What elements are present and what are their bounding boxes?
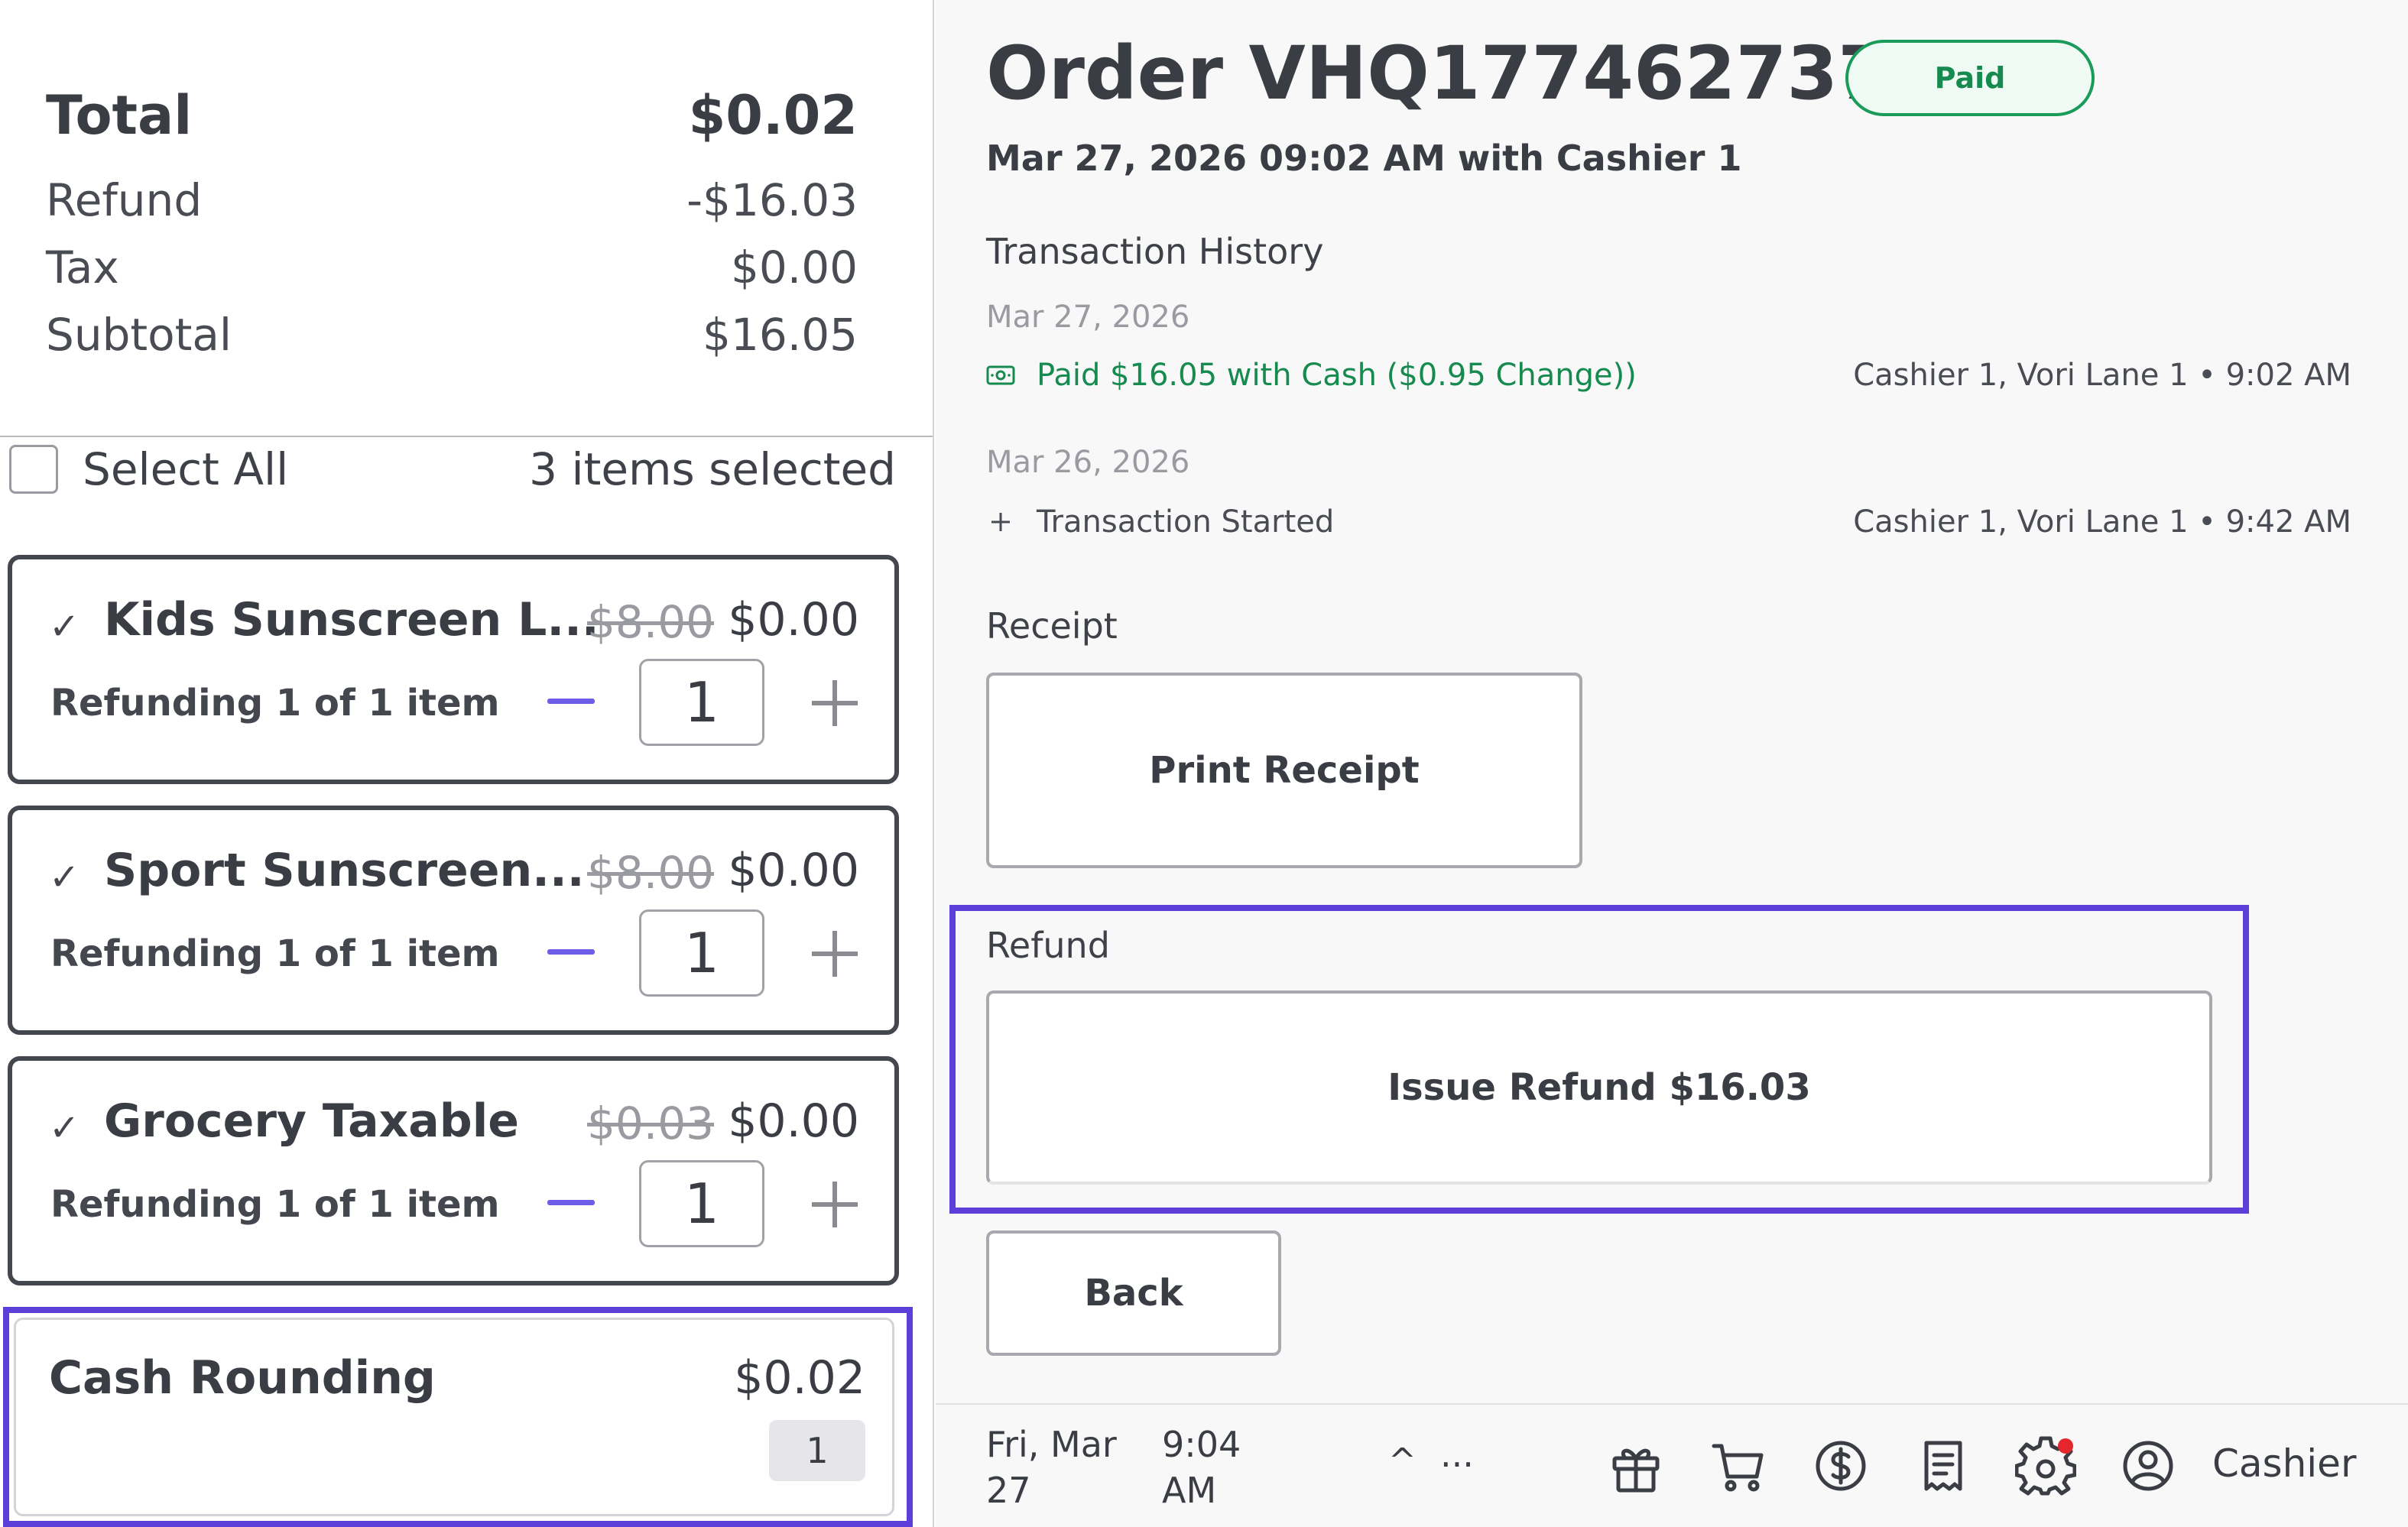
subtotal-value: $16.05 — [703, 309, 858, 361]
item-name: Sport Sunscreen... — [104, 844, 585, 897]
print-receipt-button[interactable]: Print Receipt — [986, 673, 1582, 868]
transaction-history-heading: Transaction History — [986, 231, 1324, 272]
minus-icon[interactable] — [547, 699, 595, 704]
gift-icon[interactable] — [1605, 1435, 1666, 1496]
summary-tax-row: Tax $0.00 — [46, 242, 858, 293]
transaction-meta: Cashier 1, Vori Lane 1 • 9:42 AM — [1853, 504, 2351, 540]
refund-item-card[interactable]: ✓ Sport Sunscreen... $8.00 $0.00 Refundi… — [8, 806, 899, 1035]
refund-items-panel: Total $0.02 Refund -$16.03 Tax $0.00 Sub… — [0, 0, 934, 1527]
bottom-bar: Fri, Mar 27 9:04 AM ^ ... Cashier — [936, 1403, 2408, 1527]
quantity-field[interactable]: 1 — [639, 909, 764, 997]
select-all-checkbox[interactable] — [9, 445, 58, 494]
order-title: Order VHQ1774627374 — [986, 31, 1940, 116]
subtotal-label: Subtotal — [46, 309, 232, 361]
transaction-date: Mar 26, 2026 — [986, 445, 1190, 480]
summary-subtotal-row: Subtotal $16.05 — [46, 309, 858, 361]
bottom-bar-time: 9:04 AM — [1162, 1424, 1241, 1511]
receipt-heading: Receipt — [986, 605, 1118, 647]
tax-label: Tax — [46, 242, 119, 293]
item-price: $0.00 — [728, 844, 859, 897]
check-icon: ✓ — [49, 1107, 80, 1149]
settings-icon[interactable] — [2014, 1435, 2077, 1496]
chevron-up-icon[interactable]: ^ — [1388, 1441, 1417, 1480]
refund-heading: Refund — [986, 925, 1110, 966]
refund-item-card[interactable]: ✓ Kids Sunscreen L... $8.00 $0.00 Refund… — [8, 555, 899, 784]
item-name: Kids Sunscreen L... — [104, 593, 599, 647]
back-button[interactable]: Back — [986, 1230, 1281, 1356]
item-refunding-text: Refunding 1 of 1 item — [50, 1183, 500, 1226]
minus-icon[interactable] — [547, 1200, 595, 1205]
dollar-icon[interactable] — [1810, 1435, 1871, 1496]
receipt-icon[interactable] — [1913, 1435, 1974, 1496]
check-icon: ✓ — [49, 856, 80, 899]
transaction-entry: Transaction Started Cashier 1, Vori Lane… — [986, 504, 2351, 540]
bottom-bar-date: Fri, Mar 27 — [986, 1424, 1117, 1511]
select-all-control[interactable]: Select All — [9, 443, 288, 495]
current-user-label[interactable]: Cashier — [2212, 1441, 2357, 1486]
select-all-row: Select All 3 items selected — [9, 442, 896, 497]
minus-icon[interactable] — [547, 949, 595, 955]
summary-total-row: Total $0.02 — [46, 84, 858, 147]
item-refunding-text: Refunding 1 of 1 item — [50, 932, 500, 975]
user-icon[interactable] — [2118, 1435, 2179, 1496]
item-original-price: $0.03 — [587, 1097, 715, 1149]
transaction-text: Paid $16.05 with Cash ($0.95 Change)) — [1037, 358, 1637, 393]
item-name: Grocery Taxable — [104, 1094, 519, 1148]
summary-refund-row: Refund -$16.03 — [46, 174, 858, 226]
order-detail-panel: Order VHQ1774627374 Paid Mar 27, 2026 09… — [936, 0, 2408, 1527]
cash-icon — [986, 360, 1015, 391]
item-original-price: $8.00 — [587, 847, 715, 899]
transaction-date: Mar 27, 2026 — [986, 300, 1190, 335]
refund-value: -$16.03 — [686, 174, 858, 226]
cart-icon[interactable] — [1708, 1435, 1769, 1496]
tax-value: $0.00 — [730, 242, 858, 293]
check-icon: ✓ — [49, 605, 80, 648]
plus-icon[interactable] — [807, 673, 868, 734]
cash-rounding-quantity-badge: 1 — [769, 1420, 865, 1481]
issue-refund-button[interactable]: Issue Refund $16.03 — [986, 990, 2212, 1185]
transaction-entry: Paid $16.05 with Cash ($0.95 Change)) Ca… — [986, 358, 2351, 393]
refund-label: Refund — [46, 174, 203, 226]
plus-icon — [986, 507, 1015, 537]
quantity-field[interactable]: 1 — [639, 659, 764, 746]
select-all-label: Select All — [83, 443, 289, 495]
more-icon[interactable]: ... — [1440, 1434, 1474, 1475]
item-price: $0.00 — [728, 1094, 859, 1148]
summary-divider — [0, 436, 933, 437]
items-selected-count: 3 items selected — [529, 443, 896, 495]
plus-icon[interactable] — [807, 923, 868, 984]
cash-rounding-label: Cash Rounding — [49, 1351, 436, 1405]
item-price: $0.00 — [728, 593, 859, 647]
item-original-price: $8.00 — [587, 596, 715, 648]
cash-rounding-price: $0.02 — [734, 1351, 865, 1405]
cash-rounding-card[interactable]: Cash Rounding $0.02 1 — [3, 1307, 913, 1527]
plus-icon[interactable] — [807, 1174, 868, 1235]
transaction-meta: Cashier 1, Vori Lane 1 • 9:02 AM — [1853, 358, 2351, 393]
status-badge: Paid — [1845, 40, 2095, 116]
total-value: $0.02 — [688, 84, 858, 147]
cash-rounding-inner — [14, 1318, 894, 1516]
transaction-text: Transaction Started — [1037, 504, 1335, 540]
item-refunding-text: Refunding 1 of 1 item — [50, 682, 500, 725]
refund-item-card[interactable]: ✓ Grocery Taxable $0.03 $0.00 Refunding … — [8, 1056, 899, 1285]
quantity-field[interactable]: 1 — [639, 1160, 764, 1247]
order-subtitle: Mar 27, 2026 09:02 AM with Cashier 1 — [986, 138, 1742, 179]
refund-section: Refund Issue Refund $16.03 — [949, 905, 2249, 1214]
total-label: Total — [46, 84, 193, 147]
